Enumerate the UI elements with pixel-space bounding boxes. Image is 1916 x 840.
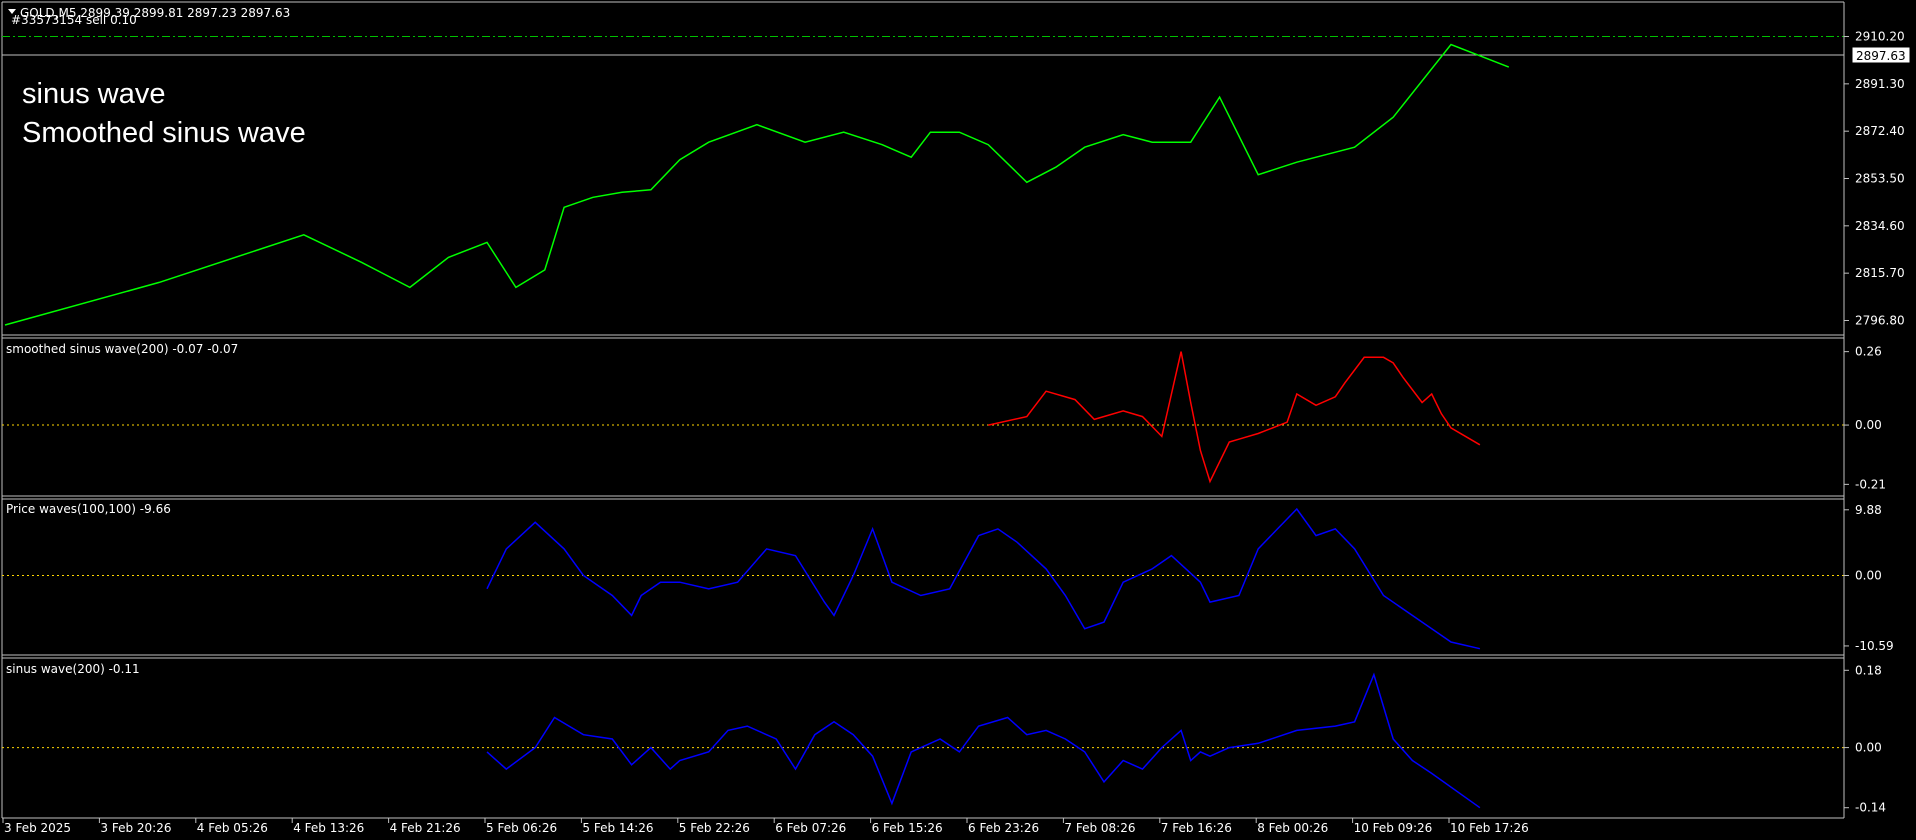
x-tick-label: 4 Feb 21:26 [390, 821, 461, 835]
x-tick-label: 8 Feb 00:26 [1257, 821, 1328, 835]
x-tick-label: 7 Feb 08:26 [1064, 821, 1135, 835]
y-tick-label: 0.26 [1855, 345, 1882, 359]
smoothed-pane-label: smoothed sinus wave(200) -0.07 -0.07 [6, 342, 238, 356]
x-tick-label: 7 Feb 16:26 [1161, 821, 1232, 835]
x-tick-label: 5 Feb 14:26 [582, 821, 653, 835]
sinus-pane-label: sinus wave(200) -0.11 [6, 662, 140, 676]
y-tick-label: 9.88 [1855, 503, 1882, 517]
y-tick-label: -0.21 [1855, 477, 1886, 491]
x-tick-label: 10 Feb 17:26 [1450, 821, 1529, 835]
y-tick-label: 2815.70 [1855, 266, 1905, 280]
y-tick-label: -10.59 [1855, 639, 1894, 653]
x-tick-label: 3 Feb 20:26 [100, 821, 171, 835]
overlay-title-1: sinus wave [22, 78, 165, 110]
y-tick-label: 0.00 [1855, 569, 1882, 583]
y-tick-label: 2891.30 [1855, 77, 1905, 91]
x-tick-label: 5 Feb 22:26 [679, 821, 750, 835]
x-tick-label: 6 Feb 07:26 [775, 821, 846, 835]
y-tick-label: 0.18 [1855, 663, 1882, 677]
x-tick-label: 4 Feb 13:26 [293, 821, 364, 835]
current-price-value: 2897.63 [1856, 49, 1906, 63]
x-tick-label: 3 Feb 2025 [4, 821, 71, 835]
y-tick-label: 0.00 [1855, 741, 1882, 755]
y-tick-label: 2796.80 [1855, 313, 1905, 327]
y-tick-label: 2834.60 [1855, 219, 1905, 233]
x-tick-label: 6 Feb 15:26 [872, 821, 943, 835]
y-tick-label: 2910.20 [1855, 30, 1905, 44]
order-label: #33573154 sell 0.10 [11, 13, 137, 27]
trading-chart[interactable]: GOLD,M5 2899.39 2899.81 2897.23 2897.63 … [0, 0, 1916, 840]
y-tick-label: 2853.50 [1855, 172, 1905, 186]
y-tick-label: 0.00 [1855, 418, 1882, 432]
x-tick-label: 4 Feb 05:26 [197, 821, 268, 835]
x-tick-label: 5 Feb 06:26 [486, 821, 557, 835]
y-tick-label: 2872.40 [1855, 124, 1905, 138]
x-tick-label: 6 Feb 23:26 [968, 821, 1039, 835]
price-waves-label: Price waves(100,100) -9.66 [6, 502, 171, 516]
y-tick-label: -0.14 [1855, 801, 1886, 815]
overlay-title-2: Smoothed sinus wave [22, 117, 306, 149]
x-tick-label: 10 Feb 09:26 [1354, 821, 1433, 835]
